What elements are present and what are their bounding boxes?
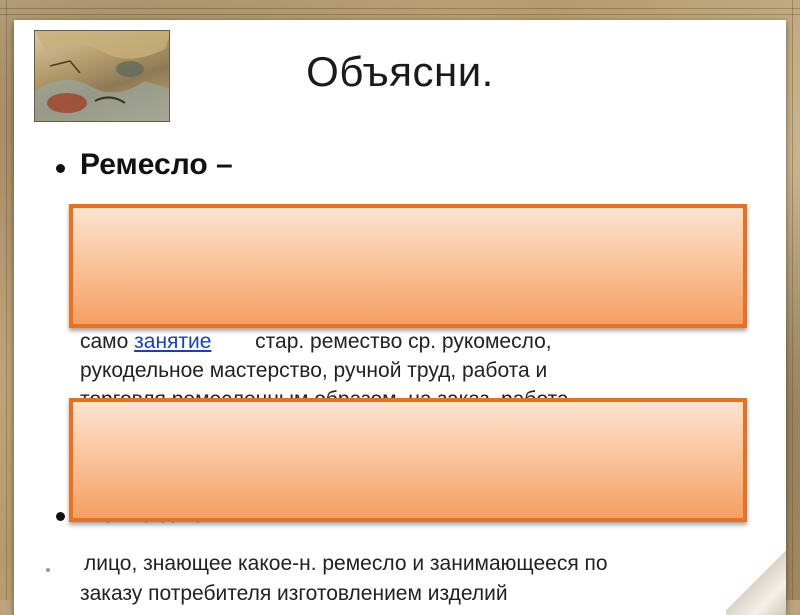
term-remeslo: Ремесло –	[80, 148, 233, 181]
definition-line-2: рукодельное мастерство, ручной труд, раб…	[80, 359, 548, 382]
bullet-marker	[56, 164, 65, 173]
page-curl	[726, 545, 786, 615]
remeslennik-definition-line-1: лицо, знающее какое-н. ремесло и занимаю…	[84, 552, 608, 575]
answer-cover-box-1[interactable]	[69, 204, 747, 328]
map-grid-line	[0, 14, 800, 15]
definition-prefix: само	[80, 330, 129, 353]
zanyatie-link[interactable]: занятие	[134, 330, 211, 353]
remeslennik-definition-line-2: заказу потребителя изготовлением изделий	[80, 582, 508, 605]
map-grid-line	[0, 8, 800, 9]
sub-bullet-marker	[46, 568, 50, 572]
definition-suffix: стар. ремество ср. рукомесло,	[255, 330, 552, 353]
slide-title: Объясни.	[306, 48, 494, 95]
bullet-marker	[56, 512, 65, 521]
answer-cover-box-2[interactable]	[69, 398, 747, 522]
definition-line: само занятие стар. ремество ср. рукомесл…	[80, 330, 552, 354]
